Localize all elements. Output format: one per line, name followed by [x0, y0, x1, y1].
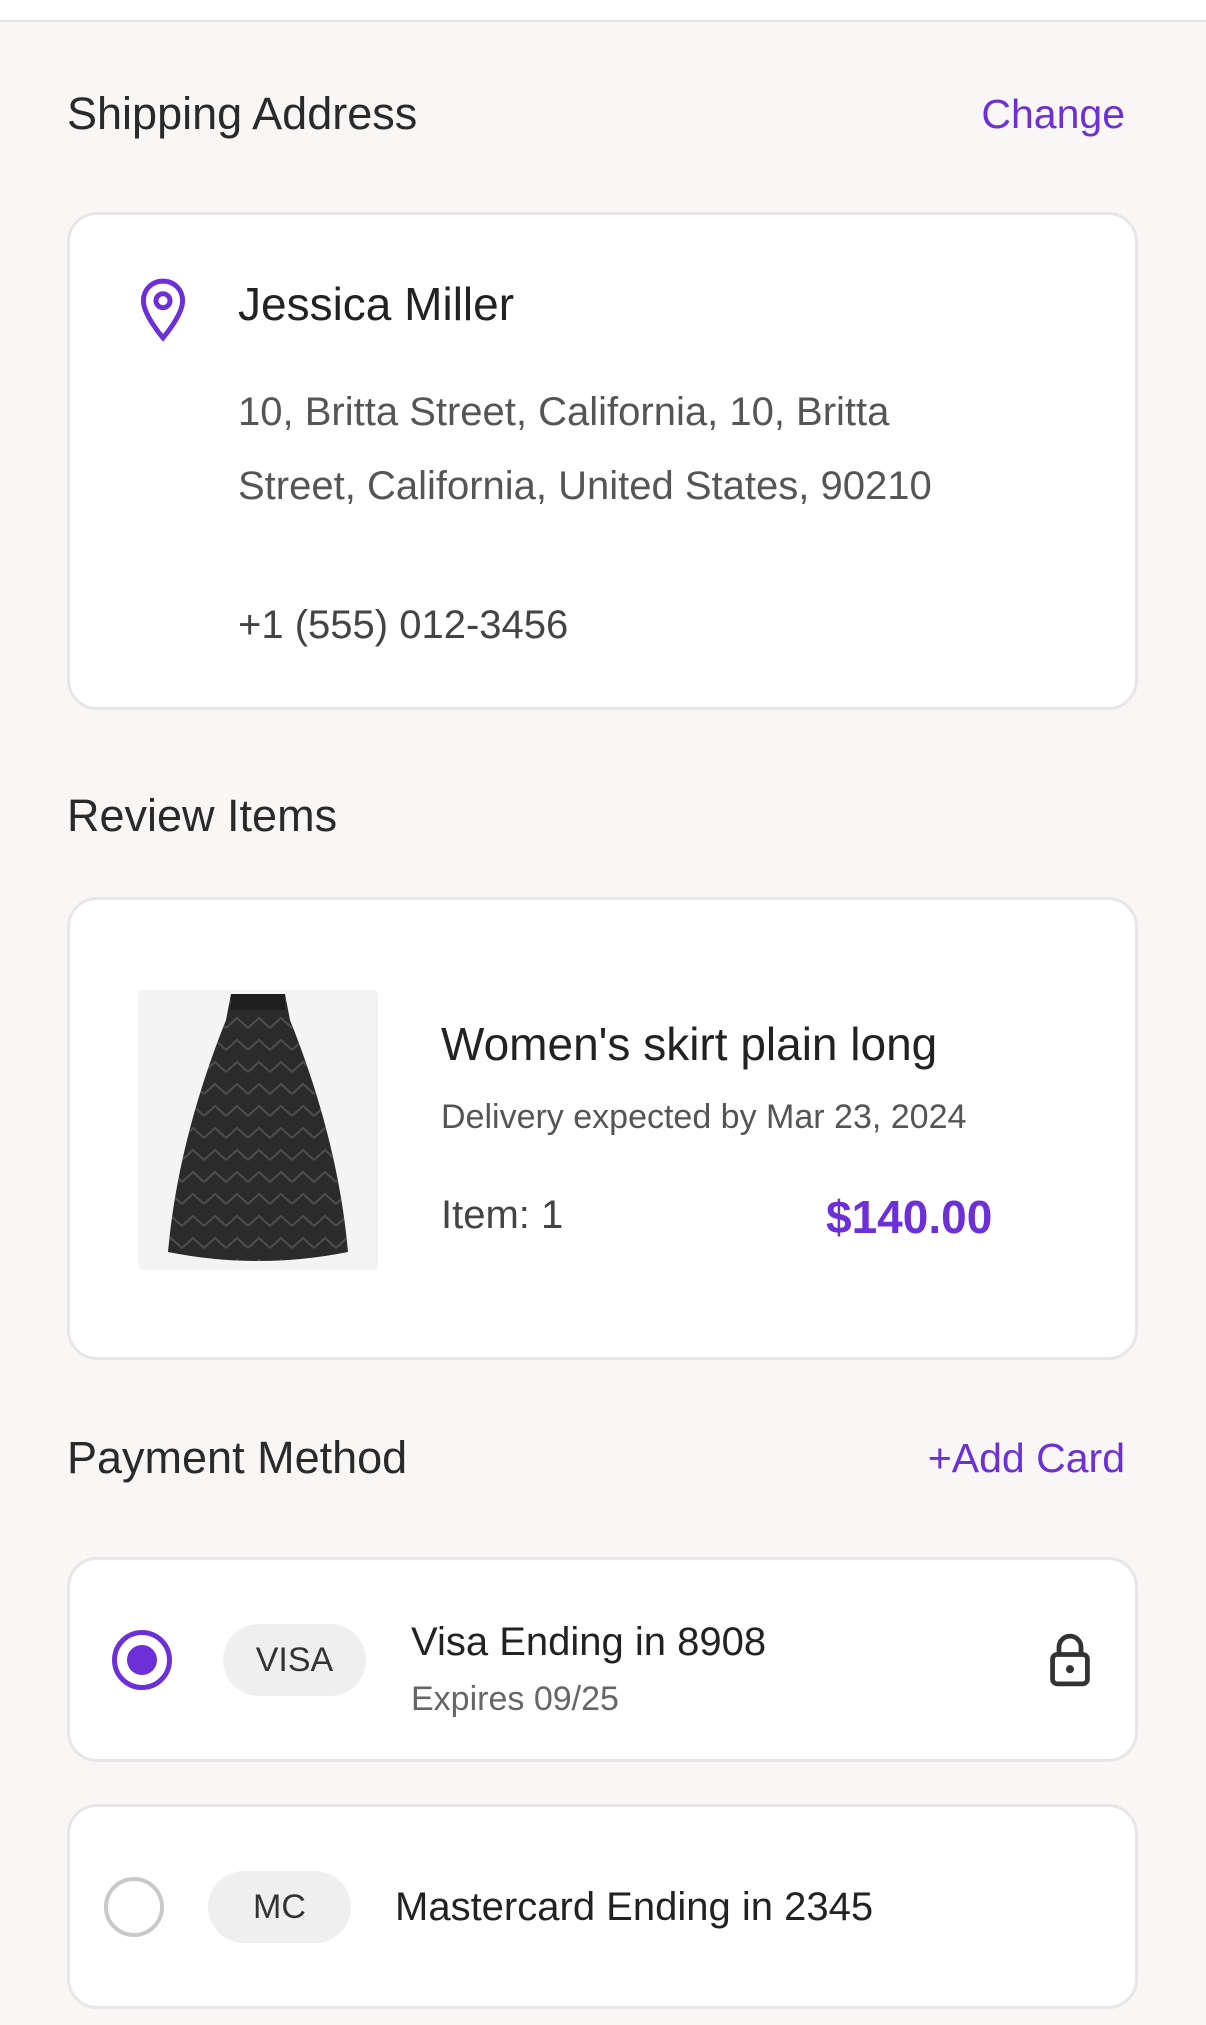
visa-card-title: Visa Ending in 8908 — [411, 1620, 767, 1664]
delivery-estimate: Delivery expected by Mar 23, 2024 — [441, 1098, 967, 1136]
payment-title: Payment Method — [67, 1432, 408, 1483]
payment-option-mastercard[interactable]: MC Mastercard Ending in 2345 — [67, 1804, 1138, 2009]
visa-radio-selected[interactable] — [112, 1630, 172, 1690]
shipping-address-text: 10, Britta Street, California, 10, Britt… — [238, 390, 932, 508]
top-bar — [0, 0, 1206, 22]
visa-badge: VISA — [223, 1624, 366, 1696]
item-quantity: Item: 1 — [441, 1193, 564, 1237]
item-price: $140.00 — [826, 1191, 993, 1243]
location-pin-icon — [140, 278, 186, 342]
shipping-header: Shipping Address Change — [67, 88, 1125, 140]
change-address-button[interactable]: Change — [981, 91, 1125, 138]
payment-option-visa[interactable]: VISA Visa Ending in 8908 Expires 09/25 — [67, 1557, 1138, 1762]
mastercard-badge: MC — [208, 1871, 351, 1943]
recipient-name: Jessica Miller — [238, 278, 515, 330]
mastercard-card-title: Mastercard Ending in 2345 — [395, 1885, 874, 1929]
shipping-title: Shipping Address — [67, 88, 418, 139]
mastercard-radio-unselected[interactable] — [104, 1877, 164, 1937]
shipping-address-card[interactable]: Jessica Miller 10, Britta Street, Califo… — [67, 212, 1138, 710]
add-card-button[interactable]: +Add Card — [928, 1435, 1125, 1482]
lock-icon — [1050, 1633, 1090, 1687]
review-header: Review Items — [67, 790, 1125, 842]
recipient-phone: +1 (555) 012-3456 — [238, 603, 569, 647]
product-name: Women's skirt plain long — [441, 1018, 938, 1070]
payment-header: Payment Method +Add Card — [67, 1432, 1125, 1484]
review-item-card[interactable]: Women's skirt plain long Delivery expect… — [67, 897, 1138, 1360]
product-image — [138, 990, 378, 1270]
visa-card-expiry: Expires 09/25 — [411, 1680, 619, 1718]
review-title: Review Items — [67, 790, 338, 841]
